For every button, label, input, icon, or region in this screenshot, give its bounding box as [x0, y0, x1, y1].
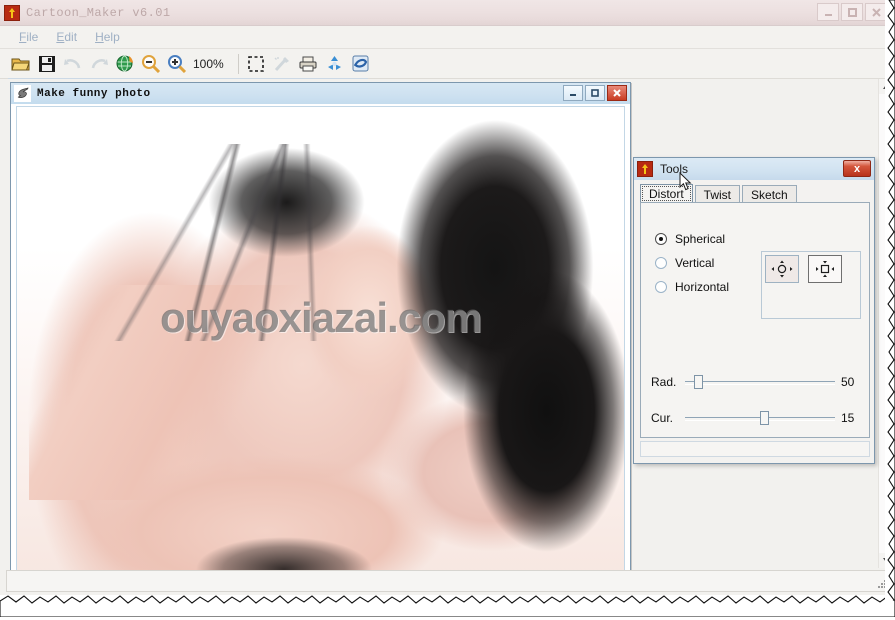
toolbar-separator — [237, 53, 239, 74]
radio-button-icon — [655, 281, 667, 293]
slider-track-line — [685, 381, 835, 385]
tools-tab-panel: Spherical Vertical Horizontal Rad. 50 Cu… — [640, 202, 870, 438]
tools-dialog-title: Tools — [660, 162, 689, 176]
radius-slider-label: Rad. — [651, 375, 677, 389]
tab-distort[interactable]: Distort — [640, 184, 693, 203]
select-region-icon[interactable] — [244, 52, 269, 76]
radio-button-icon — [655, 233, 667, 245]
menu-rest-file: ile — [26, 30, 39, 44]
maximize-icon[interactable] — [841, 3, 863, 21]
close-icon[interactable]: x — [843, 160, 871, 177]
menu-item-edit[interactable]: Edit — [47, 28, 86, 46]
refresh-globe-icon[interactable] — [112, 52, 137, 76]
menu-bar: File Edit Help — [0, 26, 895, 49]
recycle-icon[interactable] — [322, 52, 347, 76]
photo-window-titlebar[interactable]: Make funny photo — [11, 83, 630, 104]
toolbar: 100% — [0, 49, 895, 79]
curve-slider-thumb[interactable] — [760, 411, 769, 425]
magic-wand-icon — [270, 52, 295, 76]
maximize-icon[interactable] — [585, 85, 605, 101]
menu-rest-help: elp — [103, 30, 120, 44]
radio-label-horizontal: Horizontal — [675, 280, 730, 294]
radius-slider[interactable] — [685, 375, 835, 389]
distort-direction-groupbox — [761, 251, 861, 319]
zoom-in-icon[interactable] — [164, 52, 189, 76]
photo-canvas[interactable]: ouyaoxiazai.com — [17, 107, 624, 575]
print-icon[interactable] — [296, 52, 321, 76]
curve-slider-label: Cur. — [651, 411, 674, 425]
tab-twist[interactable]: Twist — [694, 185, 741, 203]
distort-direction-buttons — [765, 255, 842, 283]
minimize-icon[interactable] — [563, 85, 583, 101]
menu-accel-help: H — [95, 30, 104, 44]
window-controls — [817, 3, 887, 21]
torn-paper-edge-bottom — [0, 595, 895, 618]
minimize-icon[interactable] — [817, 3, 839, 21]
zoom-level-label: 100% — [193, 56, 224, 71]
app-arrow-icon — [4, 5, 20, 21]
photo-dress-layer — [162, 509, 406, 575]
distort-mode-radio-group: Spherical Vertical Horizontal — [655, 227, 729, 299]
radio-label-spherical: Spherical — [675, 232, 726, 246]
torn-paper-edge-right — [885, 0, 895, 601]
distort-inward-icon[interactable] — [808, 255, 842, 283]
close-icon[interactable] — [865, 3, 887, 21]
menu-item-help[interactable]: Help — [86, 28, 129, 46]
radius-slider-row: Rad. 50 — [651, 373, 863, 391]
tools-dialog[interactable]: Tools x Distort Twist Sketch Spherical V… — [633, 157, 875, 464]
radio-horizontal[interactable]: Horizontal — [655, 275, 729, 299]
menu-rest-edit: dit — [64, 30, 78, 44]
tools-tab-strip: Distort Twist Sketch — [640, 184, 870, 203]
photo-window-controls — [563, 85, 627, 101]
curve-slider-row: Cur. 15 — [651, 409, 863, 427]
open-icon[interactable] — [8, 52, 33, 76]
curve-slider[interactable] — [685, 411, 835, 425]
radio-label-vertical: Vertical — [675, 256, 715, 270]
tab-sketch[interactable]: Sketch — [742, 185, 797, 203]
app-arrow-icon — [637, 161, 653, 177]
tools-dialog-footer — [640, 441, 870, 457]
photo-window[interactable]: Make funny photo ouyaoxiazai.com — [10, 82, 631, 588]
radio-spherical[interactable]: Spherical — [655, 227, 729, 251]
menu-item-file[interactable]: File — [10, 28, 47, 46]
photo-window-title: Make funny photo — [37, 87, 151, 100]
radio-button-icon — [655, 257, 667, 269]
window-title: Cartoon_Maker v6.01 — [26, 6, 171, 20]
photo-watermark: ouyaoxiazai.com — [159, 294, 482, 342]
photo-frame: ouyaoxiazai.com — [16, 106, 625, 576]
close-icon[interactable] — [607, 85, 627, 101]
title-bar: Cartoon_Maker v6.01 — [0, 0, 895, 26]
tools-dialog-titlebar[interactable]: Tools x — [634, 158, 874, 180]
distort-outward-icon[interactable] — [765, 255, 799, 283]
internet-icon[interactable] — [348, 52, 373, 76]
radius-slider-value: 50 — [841, 375, 855, 389]
dragon-icon — [14, 85, 31, 102]
save-icon[interactable] — [34, 52, 59, 76]
redo-icon — [86, 52, 111, 76]
radius-slider-thumb[interactable] — [694, 375, 703, 389]
zoom-out-icon[interactable] — [138, 52, 163, 76]
undo-icon — [60, 52, 85, 76]
radio-vertical[interactable]: Vertical — [655, 251, 729, 275]
application-window: Cartoon_Maker v6.01 File Edit Help 100% … — [0, 0, 895, 600]
curve-slider-value: 15 — [841, 411, 855, 425]
status-bar — [6, 570, 890, 592]
